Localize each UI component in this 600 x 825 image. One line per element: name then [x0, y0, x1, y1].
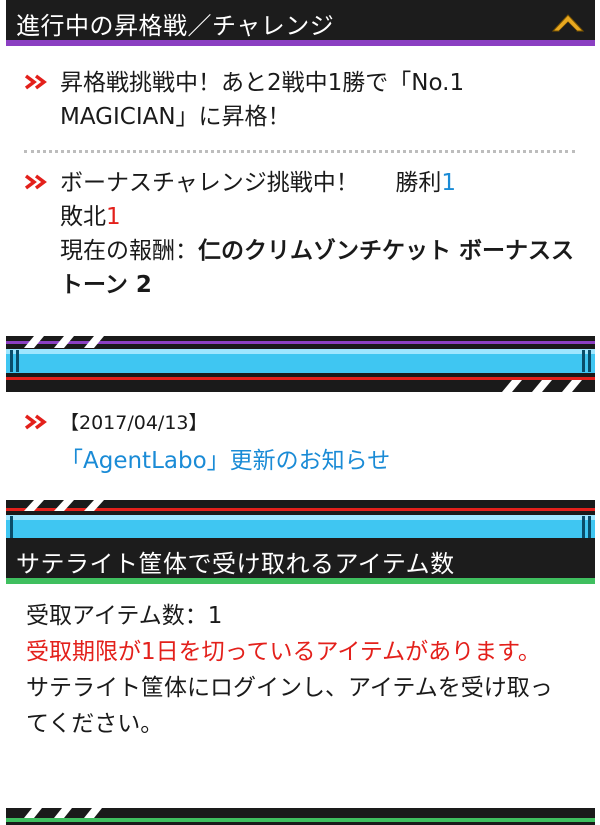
collapse-chevron-icon[interactable] — [551, 9, 585, 35]
bonus-challenge-item: ボーナスチャレンジ挑戦中！ 勝利1 敗北1 現在の報酬：仁のクリムゾンチケット … — [24, 166, 584, 302]
win-label: 勝利 — [395, 170, 442, 196]
bonus-label: ボーナスチャレンジ挑戦中！ — [60, 170, 359, 196]
promotion-text: 昇格戦挑戦中！あと2戦中1勝で「No.1 MAGICIAN」に昇格！ — [60, 70, 465, 130]
news-date: 【2017/04/13】 — [60, 412, 208, 434]
section-underline — [6, 578, 595, 584]
section-header-satellite: サテライト筐体で受け取れるアイテム数 — [6, 538, 595, 584]
instruction-text: サテライト筐体にログインし、アイテムを受け取ってください。 — [26, 675, 553, 737]
bonus-details: ボーナスチャレンジ挑戦中！ 勝利1 敗北1 現在の報酬：仁のクリムゾンチケット … — [60, 166, 584, 302]
divider — [24, 150, 575, 153]
section-title: サテライト筐体で受け取れるアイテム数 — [16, 550, 455, 578]
news-link[interactable]: 「AgentLabo」更新のお知らせ — [60, 444, 584, 478]
double-chevron-icon — [24, 74, 47, 90]
promotion-item: 昇格戦挑戦中！あと2戦中1勝で「No.1 MAGICIAN」に昇格！ — [24, 66, 584, 134]
lose-label: 敗北 — [60, 204, 106, 230]
section-header-progress: 進行中の昇格戦／チャレンジ — [6, 0, 595, 46]
double-chevron-icon — [24, 414, 47, 430]
satellite-info: 受取アイテム数：1 受取期限が1日を切っているアイテムがあります。 サテライト筐… — [26, 598, 566, 742]
section-underline — [6, 40, 595, 46]
lose-count: 1 — [106, 204, 121, 230]
expiry-warning: 受取期限が1日を切っているアイテムがあります。 — [26, 639, 541, 665]
news-item: 【2017/04/13】 「AgentLabo」更新のお知らせ — [24, 406, 584, 478]
win-count: 1 — [441, 170, 457, 196]
decorative-banner — [6, 808, 595, 825]
double-chevron-icon — [24, 174, 47, 190]
decorative-banner — [6, 336, 595, 392]
item-count: 受取アイテム数：1 — [26, 603, 223, 629]
reward-label: 現在の報酬： — [60, 238, 198, 264]
section-title: 進行中の昇格戦／チャレンジ — [16, 12, 335, 40]
